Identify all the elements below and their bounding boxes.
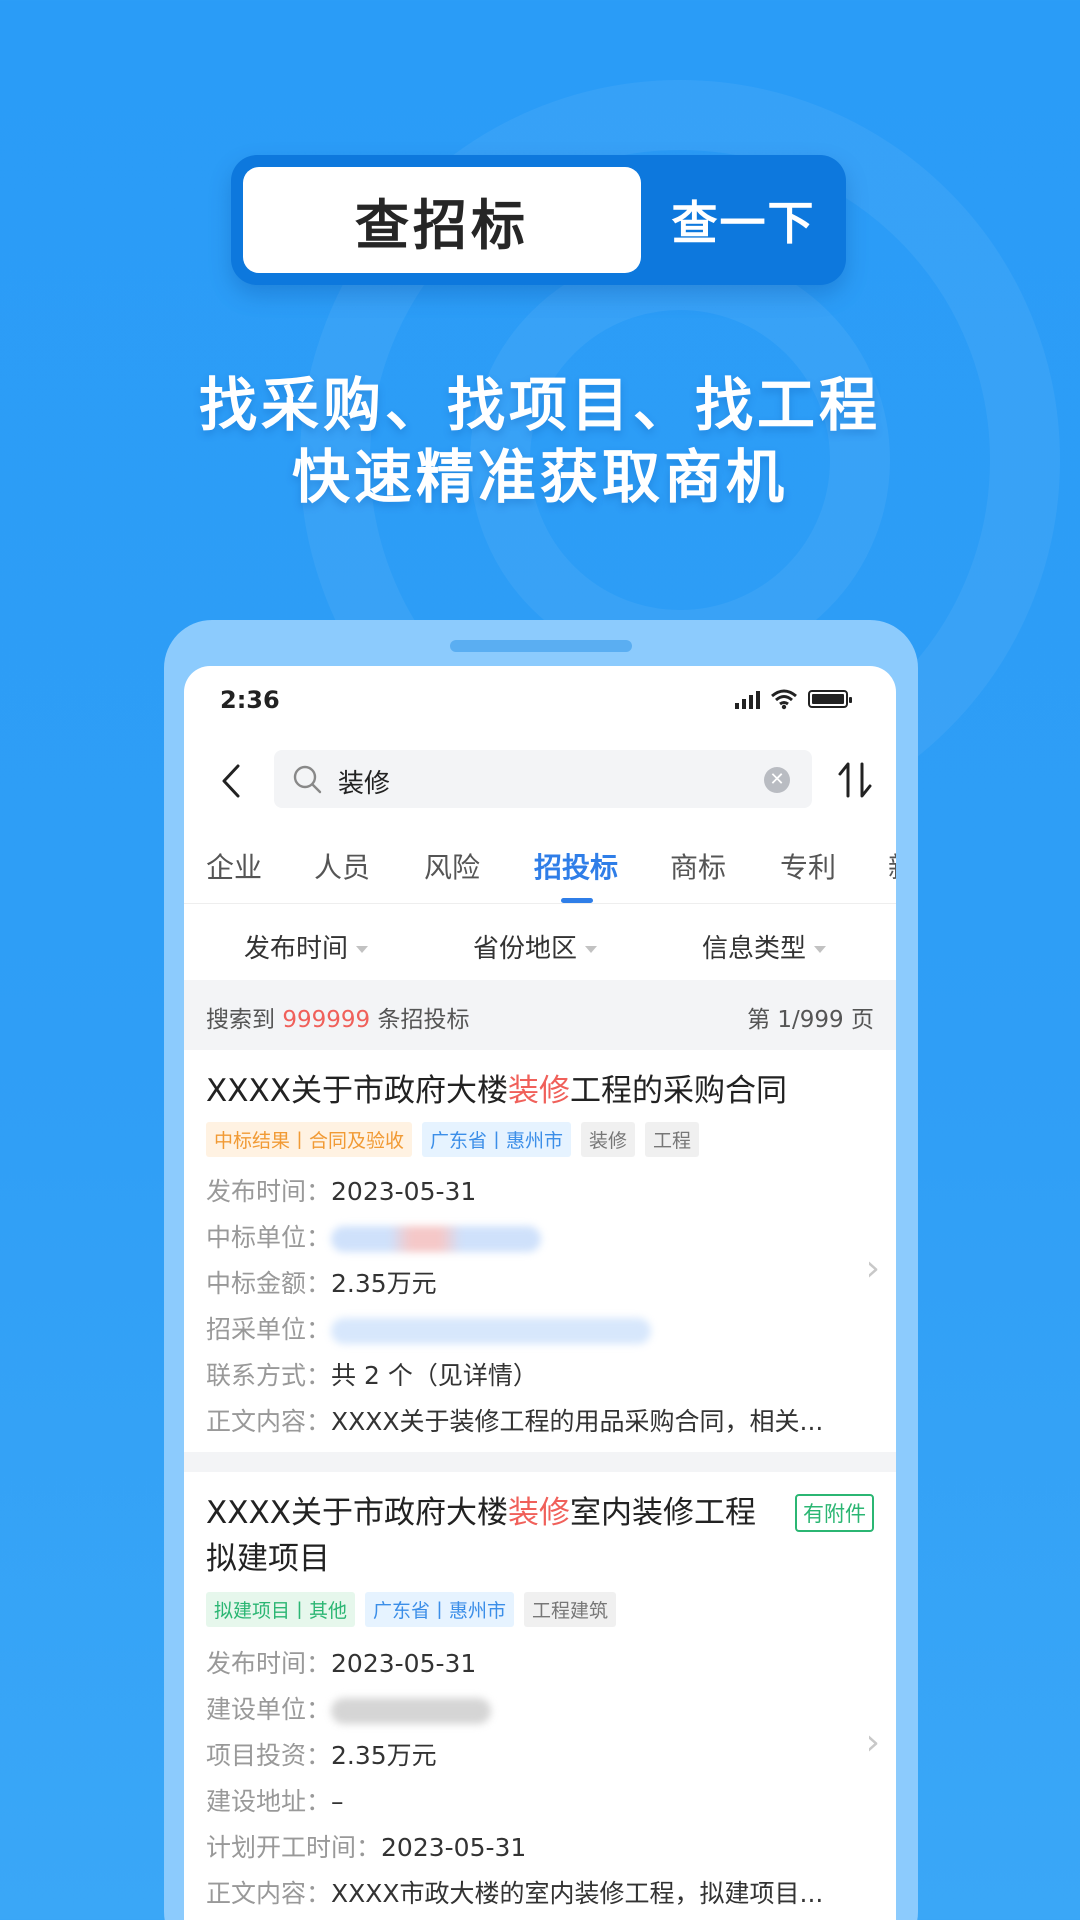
field-content: 正文内容：XXXX关于装修工程的用品采购合同，相关... [206,1407,824,1436]
search-icon [293,765,322,794]
clear-icon[interactable]: ✕ [764,767,790,793]
chevron-right-icon: › [865,1248,880,1289]
tag-stage: 拟建项目丨其他 [206,1592,356,1627]
search-banner: 查招标 查一下 [231,155,846,285]
result-card[interactable]: XXXX关于市政府大楼装修工程的采购合同 中标结果丨合同及验收 广东省丨惠州市 … [184,1050,896,1452]
tab-enterprise[interactable]: 企业 [206,846,262,886]
result-tags: 拟建项目丨其他 广东省丨惠州市 工程建筑 [206,1592,617,1627]
result-title: XXXX关于市政府大楼装修工程的采购合同 [206,1073,787,1109]
card-separator [184,1452,896,1472]
result-count: 搜索到 999999 条招投标 [206,1007,470,1033]
headline-line-2: 快速精准获取商机 [291,443,788,511]
tag-category: 工程 [645,1122,700,1157]
tab-patent[interactable]: 专利 [780,846,836,886]
redacted-value [331,1698,492,1724]
status-bar: 2:36 [184,666,896,736]
result-tags: 中标结果丨合同及验收 广东省丨惠州市 装修 工程 [206,1122,700,1157]
result-title-line2: 拟建项目 [206,1541,330,1577]
wifi-icon [771,689,797,710]
dropdown-caret-icon [356,946,369,953]
field-builder: 建设单位： [206,1690,492,1726]
filter-info-type[interactable]: 信息类型 [702,928,827,965]
redacted-value [331,1318,652,1344]
tab-bidding[interactable]: 招投标 [534,846,618,886]
dropdown-caret-icon [814,946,827,953]
tab-risk[interactable]: 风险 [424,846,480,886]
search-bar: 装修 ✕ [184,746,896,816]
attachment-badge: 有附件 [795,1494,874,1532]
category-tabs: 企业 人员 风险 招投标 商标 专利 新 [184,816,896,904]
field-investment: 项目投资：2.35万元 [206,1741,437,1770]
banner-query-box[interactable]: 查招标 [243,167,641,273]
active-tab-indicator [561,898,593,903]
page-indicator: 第 1/999 页 [747,1007,874,1033]
back-arrow-icon[interactable] [214,762,250,800]
field-publish-time: 发布时间：2023-05-31 [206,1649,477,1678]
battery-icon [808,690,852,708]
filter-bar: 发布时间 省份地区 信息类型 [184,904,896,980]
redacted-value [331,1226,542,1252]
tab-trademark[interactable]: 商标 [670,846,726,886]
field-contact: 联系方式：共 2 个（见详情） [206,1361,538,1390]
phone-speaker-grip [450,640,632,652]
field-address: 建设地址：– [206,1787,344,1816]
search-input[interactable]: 装修 ✕ [274,750,812,808]
search-input-value: 装修 [338,769,391,799]
result-card[interactable]: XXXX关于市政府大楼装修室内装修工程 拟建项目 有附件 拟建项目丨其他 广东省… [184,1472,896,1920]
tag-keyword: 装修 [581,1122,636,1157]
dropdown-caret-icon [585,946,598,953]
filter-publish-time[interactable]: 发布时间 [244,928,369,965]
result-summary: 搜索到 999999 条招投标 第 1/999 页 [184,980,896,1050]
banner-search-button[interactable]: 查一下 [641,155,846,285]
field-purchaser: 招采单位： [206,1310,652,1346]
tab-personnel[interactable]: 人员 [314,846,370,886]
field-publish-time: 发布时间：2023-05-31 [206,1177,477,1206]
tag-region: 广东省丨惠州市 [422,1122,572,1157]
filter-region[interactable]: 省份地区 [473,928,598,965]
cellular-signal-icon [735,689,760,709]
sort-icon[interactable] [834,760,878,800]
tab-more[interactable]: 新 [888,846,896,886]
field-amount: 中标金额：2.35万元 [206,1269,437,1298]
status-icons [735,688,852,710]
field-winner: 中标单位： [206,1218,542,1254]
tag-stage: 中标结果丨合同及验收 [206,1122,413,1157]
result-title: XXXX关于市政府大楼装修室内装修工程 [206,1495,756,1531]
status-time: 2:36 [220,686,280,714]
phone-screen: 2:36 装修 ✕ 企业 人员 风险 招投标 商标 专利 发布时间 省份地区 信… [184,666,896,1920]
tag-region: 广东省丨惠州市 [365,1592,515,1627]
chevron-right-icon: › [865,1722,880,1763]
field-content: 正文内容：XXXX市政大楼的室内装修工程，拟建项目... [206,1879,824,1908]
field-start-date: 计划开工时间：2023-05-31 [206,1833,527,1862]
tag-category: 工程建筑 [524,1592,617,1627]
